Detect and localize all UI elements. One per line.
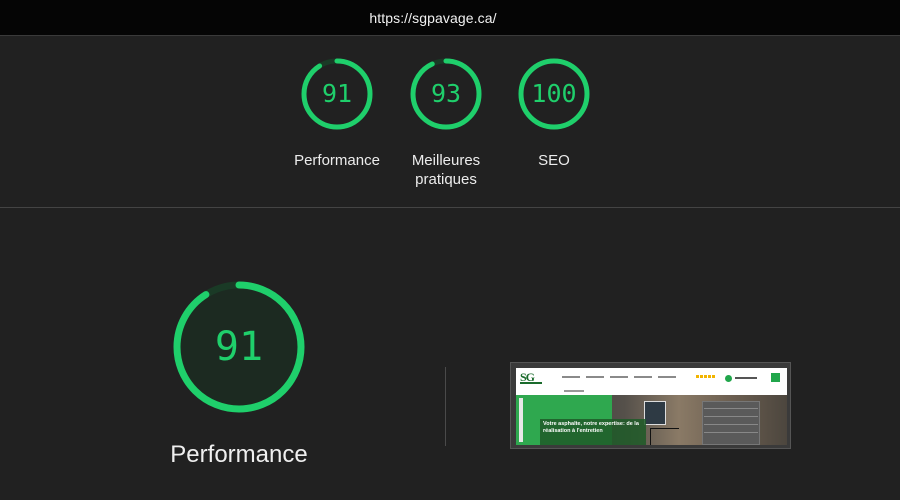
thumbnail-sidebar	[519, 398, 523, 442]
gauge-label: SEO	[538, 152, 570, 169]
gauge-performance[interactable]: 91 Performance	[287, 57, 387, 170]
page-screenshot-thumbnail[interactable]: SG Votre asphalte, notre expertise: de l…	[510, 362, 791, 449]
hero-text: Votre asphalte, notre expertise: de la r…	[543, 421, 639, 434]
gauge-score: 100	[531, 79, 577, 108]
section-divider	[0, 207, 900, 208]
nav-item	[586, 376, 604, 378]
thumbnail-page: SG Votre asphalte, notre expertise: de l…	[516, 368, 787, 445]
gauge-seo[interactable]: 100 SEO	[504, 57, 604, 170]
gauge-label: Performance	[294, 152, 380, 169]
performance-title: Performance	[170, 441, 308, 468]
gauge-label: Meilleures pratiques	[411, 152, 481, 188]
garage-door-lines	[704, 408, 758, 409]
gauge-ring: 91	[300, 57, 374, 131]
performance-gauge-large: 91	[171, 279, 307, 415]
lighthouse-report: https://sgpavage.ca/ 91 Performance 93 M…	[0, 0, 900, 500]
thumbnail-nav	[562, 376, 676, 378]
phone-number	[735, 377, 757, 379]
sub-nav	[564, 390, 584, 392]
nav-item	[658, 376, 676, 378]
logo-underline	[520, 382, 542, 384]
gauge-score: 93	[430, 79, 462, 108]
nav-item	[610, 376, 628, 378]
performance-score: 91	[214, 324, 264, 370]
hero-railing	[650, 428, 679, 445]
menu-icon	[771, 373, 780, 382]
rating-stars-icon	[696, 375, 715, 378]
phone-icon	[725, 375, 732, 382]
url-bar: https://sgpavage.ca/	[0, 0, 900, 36]
url-link[interactable]: https://sgpavage.ca/	[369, 10, 496, 26]
nav-item	[634, 376, 652, 378]
nav-item	[562, 376, 580, 378]
gauge-best-practices[interactable]: 93 Meilleures pratiques	[396, 57, 496, 189]
gauge-score: 91	[321, 79, 353, 108]
gauge-ring: 93	[409, 57, 483, 131]
gauge-ring: 100	[517, 57, 591, 131]
vertical-divider	[445, 367, 446, 446]
score-summary: 91 Performance 93 Meilleures pratiques 1…	[0, 36, 900, 207]
